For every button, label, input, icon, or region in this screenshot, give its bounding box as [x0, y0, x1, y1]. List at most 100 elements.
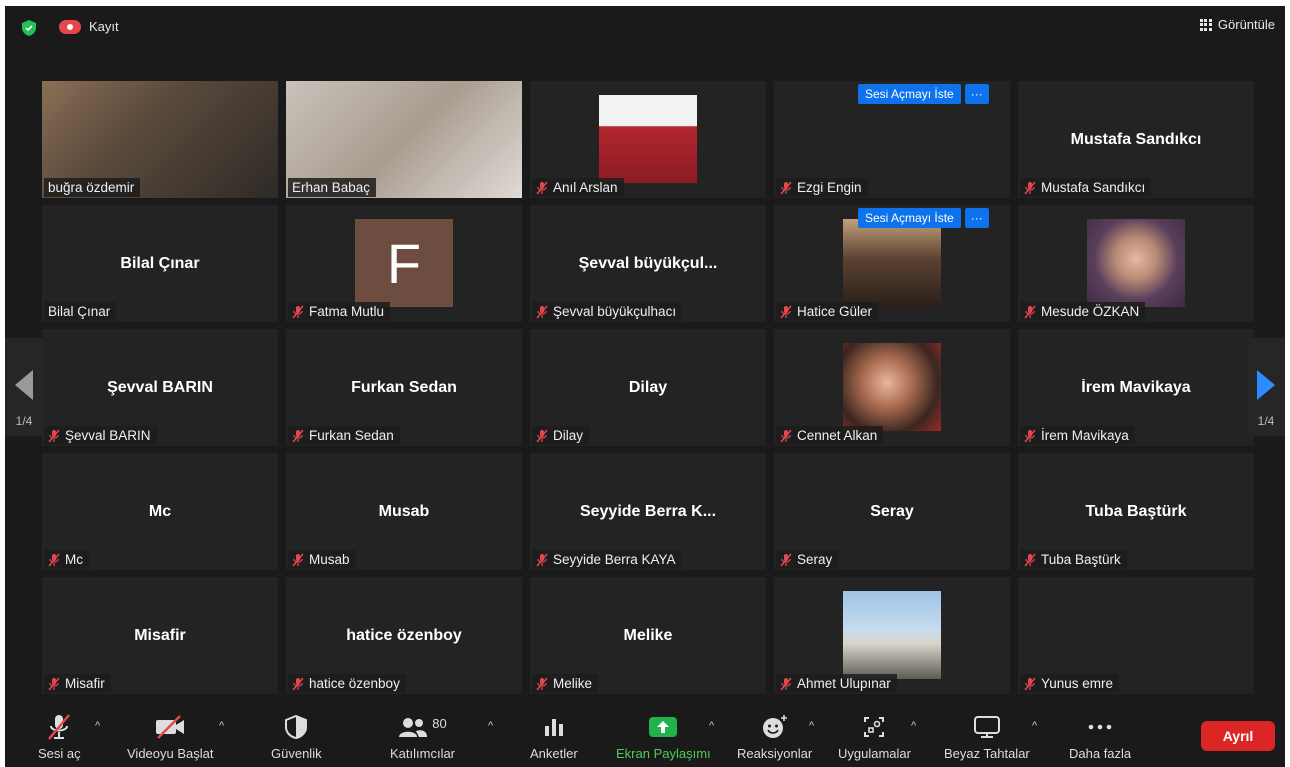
participant-avatar: F: [355, 219, 453, 307]
participants-label: Katılımcılar: [390, 746, 456, 761]
leave-button[interactable]: Ayrıl: [1201, 721, 1275, 751]
participant-name: Erhan Babaç: [292, 180, 371, 195]
tile-more-button[interactable]: ···: [964, 208, 989, 228]
reactions-button[interactable]: Reaksiyonlar: [737, 712, 812, 761]
participant-tile[interactable]: Misafir Misafir: [42, 577, 278, 694]
participant-name-label: Şevval BARIN: [44, 426, 157, 445]
participant-name-label: Mustafa Sandıkcı: [1020, 178, 1152, 197]
participant-display-name: Mc: [148, 503, 172, 520]
microphone-muted-icon: [48, 553, 60, 566]
participant-name-label: Seray: [776, 550, 839, 569]
unmute-button[interactable]: Sesi aç: [38, 712, 81, 761]
participant-name-label: Dilay: [532, 426, 590, 445]
participant-name-label: Melike: [532, 674, 599, 693]
participant-tile[interactable]: Yunus emre: [1018, 577, 1254, 694]
participant-name-label: Fatma Mutlu: [288, 302, 391, 321]
participant-tile[interactable]: Ahmet Ulupınar: [774, 577, 1010, 694]
participants-button[interactable]: 80 Katılımcılar: [390, 712, 456, 762]
participant-name: hatice özenboy: [309, 676, 400, 691]
participant-tile[interactable]: Mustafa Sandıkcı Mustafa Sandıkcı: [1018, 81, 1254, 198]
participant-tile[interactable]: Seyyide Berra K... Seyyide Berra KAYA: [530, 453, 766, 570]
arrow-right-icon: [1257, 370, 1275, 400]
participant-tile[interactable]: Mesude ÖZKAN: [1018, 205, 1254, 322]
participant-display-name: Bilal Çınar: [120, 255, 200, 272]
microphone-muted-icon: [536, 181, 548, 194]
start-video-button[interactable]: Videoyu Başlat: [127, 712, 214, 761]
participant-name: Musab: [309, 552, 350, 567]
whiteboards-label: Beyaz Tahtalar: [944, 746, 1030, 761]
participant-tile[interactable]: buğra özdemir: [42, 81, 278, 198]
ask-to-unmute-button[interactable]: Sesi Açmayı İste: [858, 84, 961, 104]
apps-button[interactable]: Uygulamalar: [838, 712, 911, 761]
microphone-muted-icon: [1024, 553, 1036, 566]
microphone-muted-icon: [780, 181, 792, 194]
participant-name: Tuba Baştürk: [1041, 552, 1121, 567]
participant-tile[interactable]: Dilay Dilay: [530, 329, 766, 446]
participant-tile[interactable]: İrem Mavikaya İrem Mavikaya: [1018, 329, 1254, 446]
share-options-chevron-icon[interactable]: ^: [709, 720, 714, 732]
participant-display-name: Melike: [623, 627, 673, 644]
security-button[interactable]: Güvenlik: [271, 712, 322, 761]
participant-name: Yunus emre: [1041, 676, 1114, 691]
apps-options-chevron-icon[interactable]: ^: [911, 720, 916, 732]
view-button[interactable]: Görüntüle: [1199, 17, 1275, 32]
participant-tile[interactable]: Şevval BARIN Şevval BARIN: [42, 329, 278, 446]
participant-tile[interactable]: Anıl Arslan: [530, 81, 766, 198]
ask-unmute-group: Sesi Açmayı İste ···: [858, 84, 989, 104]
participant-tile[interactable]: Sesi Açmayı İste ··· Ezgi Engin: [774, 81, 1010, 198]
more-button[interactable]: Daha fazla: [1069, 712, 1131, 761]
polls-button[interactable]: Anketler: [530, 712, 578, 761]
microphone-muted-icon: [48, 429, 60, 442]
participant-name-label: Şevval büyükçulhacı: [532, 302, 683, 321]
participant-name-label: Seyyide Berra KAYA: [532, 550, 682, 569]
next-page-button[interactable]: 1/4: [1247, 338, 1285, 436]
participant-display-name: Musab: [378, 503, 430, 520]
participant-tile[interactable]: Şevval büyükçul... Şevval büyükçulhacı: [530, 205, 766, 322]
participant-name: buğra özdemir: [48, 180, 135, 195]
participant-tile[interactable]: Musab Musab: [286, 453, 522, 570]
reactions-icon: [762, 715, 787, 738]
shield-icon[interactable]: [22, 20, 36, 36]
participant-tile[interactable]: Sesi Açmayı İste ··· Hatice Güler: [774, 205, 1010, 322]
microphone-muted-icon: [292, 677, 304, 690]
participant-tile[interactable]: hatice özenboy hatice özenboy: [286, 577, 522, 694]
participant-tile[interactable]: Erhan Babaç: [286, 81, 522, 198]
participant-tile[interactable]: Mc Mc: [42, 453, 278, 570]
participant-profile-photo: [843, 343, 941, 431]
participant-name-label: Mesude ÖZKAN: [1020, 302, 1146, 321]
participant-tile[interactable]: Cennet Alkan: [774, 329, 1010, 446]
participant-tile[interactable]: Furkan Sedan Furkan Sedan: [286, 329, 522, 446]
whiteboards-options-chevron-icon[interactable]: ^: [1032, 720, 1037, 732]
participant-tile[interactable]: Bilal Çınar Bilal Çınar: [42, 205, 278, 322]
participant-profile-photo: [843, 219, 941, 307]
reactions-options-chevron-icon[interactable]: ^: [809, 720, 814, 732]
participant-name-label: Ahmet Ulupınar: [776, 674, 897, 693]
participant-name: Hatice Güler: [797, 304, 873, 319]
video-options-chevron-icon[interactable]: ^: [219, 720, 224, 732]
ask-to-unmute-button[interactable]: Sesi Açmayı İste: [858, 208, 961, 228]
audio-options-chevron-icon[interactable]: ^: [95, 720, 100, 732]
participant-name: Anıl Arslan: [553, 180, 618, 195]
participant-profile-photo: [843, 591, 941, 679]
participant-tile[interactable]: Melike Melike: [530, 577, 766, 694]
share-screen-button[interactable]: Ekran Paylaşımı: [616, 712, 711, 761]
participant-tile[interactable]: F Fatma Mutlu: [286, 205, 522, 322]
participant-profile-photo: [1087, 219, 1185, 307]
start-video-label: Videoyu Başlat: [127, 746, 214, 761]
whiteboard-icon: [973, 716, 1000, 738]
security-shield-icon: [285, 715, 308, 739]
participant-name: Misafir: [65, 676, 105, 691]
previous-page-button[interactable]: 1/4: [5, 338, 43, 436]
whiteboards-button[interactable]: Beyaz Tahtalar: [944, 712, 1030, 761]
participant-grid: buğra özdemir Erhan Babaç Anıl Arslan Sesi …: [42, 81, 1254, 694]
tile-more-button[interactable]: ···: [964, 84, 989, 104]
participants-options-chevron-icon[interactable]: ^: [488, 720, 493, 732]
participant-name: Cennet Alkan: [797, 428, 878, 443]
participant-tile[interactable]: Seray Seray: [774, 453, 1010, 570]
participant-name: Şevval BARIN: [65, 428, 151, 443]
share-screen-label: Ekran Paylaşımı: [616, 746, 711, 761]
participant-tile[interactable]: Tuba Baştürk Tuba Baştürk: [1018, 453, 1254, 570]
microphone-muted-icon: [780, 677, 792, 690]
participant-name-label: İrem Mavikaya: [1020, 426, 1135, 445]
participant-name: Mc: [65, 552, 83, 567]
